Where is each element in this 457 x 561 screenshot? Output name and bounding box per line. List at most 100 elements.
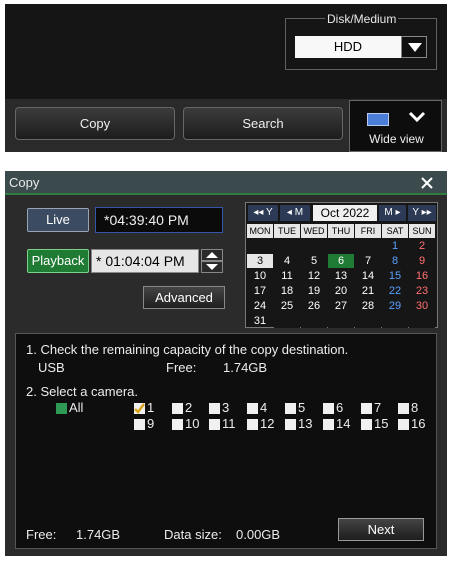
calendar-day[interactable]: 24: [247, 299, 273, 313]
calendar-day[interactable]: 10: [247, 269, 273, 283]
copy-button[interactable]: Copy: [15, 107, 175, 140]
camera-label: 2: [185, 400, 193, 415]
camera-checkbox[interactable]: [134, 419, 145, 430]
next-button[interactable]: Next: [338, 518, 424, 541]
calendar-empty-cell: [247, 239, 273, 253]
camera-checkbox[interactable]: [209, 419, 220, 430]
calendar-day[interactable]: 18: [274, 284, 300, 298]
camera-label: 12: [260, 416, 275, 431]
copy-settings-panel: 1. Check the remaining capacity of the c…: [15, 333, 437, 549]
calendar-day[interactable]: 15: [382, 269, 408, 283]
free-space-label: Free:: [26, 527, 57, 542]
calendar-day[interactable]: 8: [382, 254, 408, 268]
step2-instruction: 2. Select a camera.: [26, 384, 138, 399]
camera-checkbox[interactable]: [247, 403, 258, 414]
destination-label: USB: [38, 360, 65, 375]
camera-checkbox[interactable]: [323, 403, 334, 414]
camera-checkbox[interactable]: [134, 403, 145, 414]
calendar-day[interactable]: 21: [355, 284, 381, 298]
camera-checkbox[interactable]: [398, 403, 409, 414]
calendar-day[interactable]: 23: [409, 284, 435, 298]
camera-checkbox[interactable]: [285, 419, 296, 430]
calendar-day[interactable]: 13: [328, 269, 354, 283]
camera-label: 11: [222, 416, 236, 431]
time-decrement-button[interactable]: [201, 261, 223, 273]
chevron-down-icon: [408, 43, 422, 52]
live-button[interactable]: Live: [27, 208, 89, 232]
calendar-day[interactable]: 6: [328, 254, 354, 268]
playback-button[interactable]: Playback: [27, 249, 89, 273]
calendar-day[interactable]: 20: [328, 284, 354, 298]
calendar-empty-cell: [301, 314, 327, 328]
camera-checkbox[interactable]: [323, 419, 334, 430]
calendar-day[interactable]: 19: [301, 284, 327, 298]
camera-checkbox[interactable]: [285, 403, 296, 414]
camera-label: 8: [411, 400, 419, 415]
dialog-title: Copy: [9, 175, 40, 190]
disk-medium-select[interactable]: HDD: [295, 36, 401, 58]
calendar-day[interactable]: 31: [247, 314, 273, 328]
calendar-day[interactable]: 7: [355, 254, 381, 268]
live-time-display: *04:39:40 PM: [95, 207, 223, 233]
calendar-day[interactable]: 28: [355, 299, 381, 313]
destination-free-value: 1.74GB: [223, 360, 268, 375]
camera-checkbox[interactable]: [398, 419, 409, 430]
advanced-button[interactable]: Advanced: [143, 286, 225, 309]
top-panel: Disk/Medium HDD Copy Search Wide view: [5, 4, 447, 152]
calendar-day[interactable]: 27: [328, 299, 354, 313]
calendar-day[interactable]: 11: [274, 269, 300, 283]
calendar-day[interactable]: 30: [409, 299, 435, 313]
calendar-empty-cell: [274, 239, 300, 253]
calendar-empty-cell: [274, 314, 300, 328]
chevron-down-icon: [408, 111, 426, 123]
camera-label: 14: [336, 416, 351, 431]
camera-label: 13: [298, 416, 313, 431]
calendar-day[interactable]: 29: [382, 299, 408, 313]
camera-checkbox[interactable]: [361, 403, 372, 414]
playback-time-field[interactable]: * 01:04:04 PM: [91, 249, 199, 273]
calendar-day[interactable]: 17: [247, 284, 273, 298]
select-all-checkbox[interactable]: [56, 403, 67, 414]
destination-free-label: Free:: [166, 360, 197, 375]
calendar-empty-cell: [409, 314, 435, 328]
calendar-day[interactable]: 16: [409, 269, 435, 283]
arrow-up-icon: [206, 252, 218, 258]
calendar-day[interactable]: 12: [301, 269, 327, 283]
wide-view-button[interactable]: Wide view: [349, 100, 442, 152]
calendar-day[interactable]: 25: [274, 299, 300, 313]
camera-label: 5: [298, 400, 306, 415]
calendar-day[interactable]: 2: [409, 239, 435, 253]
camera-checkbox[interactable]: [247, 419, 258, 430]
calendar-day[interactable]: 14: [355, 269, 381, 283]
time-increment-button[interactable]: [201, 249, 223, 261]
camera-checkbox[interactable]: [209, 403, 220, 414]
calendar-empty-cell: [355, 314, 381, 328]
camera-checkbox[interactable]: [172, 419, 183, 430]
search-button[interactable]: Search: [183, 107, 343, 140]
calendar-day[interactable]: 22: [382, 284, 408, 298]
close-icon[interactable]: [419, 175, 435, 191]
camera-label: 1: [147, 400, 155, 415]
calendar: ◂◂ Y ◂ M Oct 2022 M ▸ Y ▸▸ MON TUE WED THU F…: [245, 202, 438, 328]
disk-medium-dropdown-button[interactable]: [401, 36, 427, 58]
prev-month-button[interactable]: ◂ M: [280, 205, 310, 221]
calendar-weekday: SAT: [382, 224, 408, 238]
calendar-day[interactable]: 3: [247, 254, 273, 268]
wide-view-label: Wide view: [369, 132, 424, 146]
prev-year-button[interactable]: ◂◂ Y: [248, 205, 278, 221]
camera-label: 4: [260, 400, 268, 415]
data-size-value: 0.00GB: [236, 527, 281, 542]
camera-checkbox[interactable]: [172, 403, 183, 414]
calendar-day[interactable]: 26: [301, 299, 327, 313]
calendar-day[interactable]: 4: [274, 254, 300, 268]
calendar-day[interactable]: 9: [409, 254, 435, 268]
calendar-empty-cell: [382, 314, 408, 328]
disk-medium-title: Disk/Medium: [325, 12, 399, 26]
calendar-day[interactable]: 1: [382, 239, 408, 253]
next-month-button[interactable]: M ▸: [379, 205, 406, 221]
calendar-weekday: TUE: [274, 224, 300, 238]
next-year-button[interactable]: Y ▸▸: [408, 205, 436, 221]
calendar-day[interactable]: 5: [301, 254, 327, 268]
camera-checkbox[interactable]: [361, 419, 372, 430]
calendar-weekday: FRI: [355, 224, 381, 238]
